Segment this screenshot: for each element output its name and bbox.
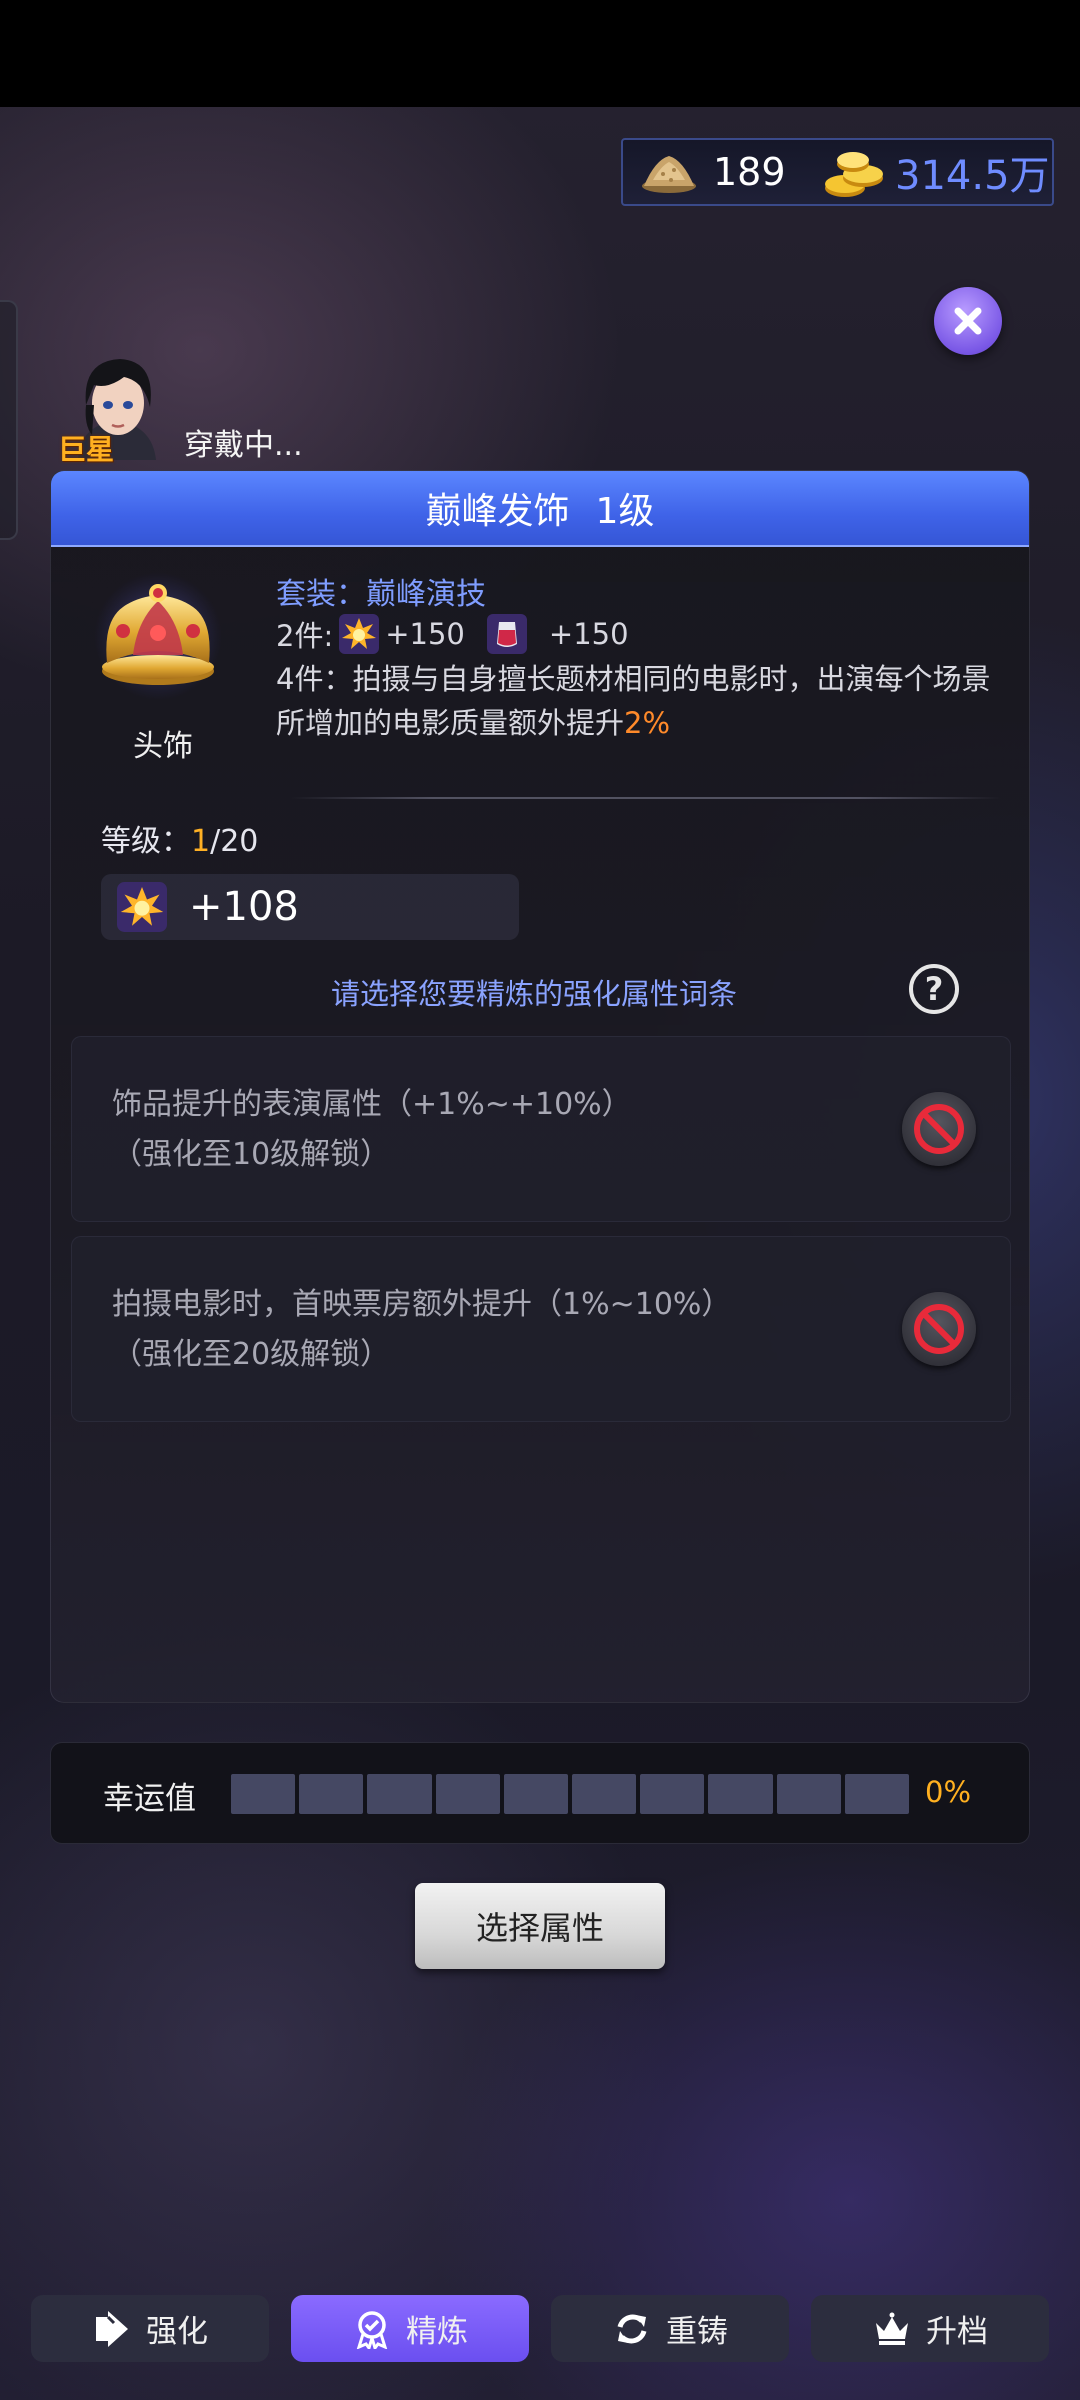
attribute-desc: 饰品提升的表演属性（+1%~+10%）: [112, 1087, 632, 1122]
tab-upgrade[interactable]: 升档: [811, 2295, 1049, 2362]
luck-segment: [299, 1774, 364, 1814]
panel-header: 巅峰发饰 1级: [51, 471, 1029, 547]
medal-icon: [356, 2310, 388, 2349]
help-icon[interactable]: ?: [909, 964, 959, 1014]
luck-segment: [776, 1774, 841, 1814]
wearing-status: 穿戴中...: [184, 428, 303, 463]
crown-item-icon: [94, 572, 222, 700]
luck-progress-bar: [231, 1774, 910, 1814]
star-badge: 巨星: [58, 433, 115, 466]
tab-enhance[interactable]: 强化: [31, 2295, 269, 2362]
prohibited-icon: [914, 1304, 964, 1354]
set-2-bonus: 2件: +150 +150: [276, 613, 629, 655]
tab-label: 强化: [146, 2314, 208, 2350]
set-2-bonus-a: +150: [385, 617, 465, 651]
gold-coins-icon: [825, 152, 883, 197]
luck-segment: [640, 1774, 705, 1814]
explosion-icon: [339, 614, 380, 654]
set-title: 套装：巅峰演技: [276, 577, 486, 612]
close-icon: [954, 307, 982, 335]
set-2-bonus-b: +150: [548, 617, 629, 651]
luck-segment: [503, 1774, 569, 1814]
close-button[interactable]: [934, 287, 1002, 355]
luck-segment: [367, 1774, 432, 1814]
luck-segment: [231, 1774, 296, 1814]
tab-label: 重铸: [666, 2314, 728, 2350]
level-line: 等级：1/20: [101, 816, 258, 860]
luck-segment: [844, 1774, 910, 1814]
luck-percent: 0%: [925, 1775, 972, 1809]
gold-value: 314.5万: [895, 153, 1050, 199]
tab-label: 精炼: [406, 2314, 468, 2350]
tab-label: 升档: [926, 2314, 988, 2350]
explosion-icon: [117, 882, 167, 932]
tab-refine[interactable]: 精炼: [291, 2295, 529, 2362]
item-name: 巅峰发饰: [425, 491, 570, 532]
luck-panel: 幸运值 0%: [50, 1742, 1030, 1844]
refresh-icon: [617, 2314, 647, 2343]
status-bar: [0, 0, 1080, 107]
luck-label: 幸运值: [103, 1781, 196, 1817]
arrow-right-icon: [96, 2310, 128, 2347]
item-detail-panel: 巅峰发饰 1级 头饰 套装：巅峰演技 2件: +150 +150 4件：拍摄与自…: [50, 470, 1030, 1703]
attribute-card[interactable]: 拍摄电影时，首映票房额外提升（1%~10%） （强化至20级解锁）: [71, 1236, 1011, 1422]
luck-segment: [572, 1774, 637, 1814]
currency-bar: 189 314.5万: [621, 138, 1054, 206]
attribute-unlock: （强化至10级解锁）: [112, 1137, 391, 1172]
level-max: /20: [210, 824, 259, 859]
side-drawer-handle[interactable]: [0, 300, 18, 540]
select-attribute-button[interactable]: 选择属性: [415, 1883, 665, 1969]
level-label: 等级：: [101, 824, 191, 859]
set-4-highlight: 2%: [624, 706, 671, 740]
potion-icon: [486, 614, 527, 654]
attribute-desc: 拍摄电影时，首映票房额外提升（1%~10%）: [112, 1287, 732, 1322]
tab-recast[interactable]: 重铸: [551, 2295, 789, 2362]
locked-button[interactable]: [902, 1092, 976, 1166]
gold-currency: 314.5万: [823, 140, 1050, 204]
set-4-bonus: 4件：拍摄与自身擅长题材相同的电影时，出演每个场景所增加的电影质量额外提升2%: [276, 657, 996, 745]
stat-box: +108: [101, 874, 519, 940]
attribute-unlock: （强化至20级解锁）: [112, 1337, 391, 1372]
material-currency: 189: [641, 140, 786, 204]
prohibited-icon: [914, 1104, 964, 1154]
stat-value: +108: [189, 884, 299, 930]
luck-segment: [435, 1774, 500, 1814]
set-2-prefix: 2件:: [276, 619, 334, 653]
sand-pile-icon: [642, 156, 696, 193]
luck-segment: [708, 1774, 773, 1814]
locked-button[interactable]: [902, 1292, 976, 1366]
level-current: 1: [191, 824, 211, 859]
divider: [291, 797, 1001, 799]
item-icon[interactable]: [93, 571, 223, 701]
material-value: 189: [713, 150, 786, 194]
crown-icon: [876, 2312, 908, 2345]
attribute-card[interactable]: 饰品提升的表演属性（+1%~+10%） （强化至10级解锁）: [71, 1036, 1011, 1222]
item-type-label: 头饰: [133, 729, 193, 764]
refine-prompt: 请选择您要精炼的强化属性词条: [331, 977, 738, 1011]
item-level: 1级: [595, 491, 655, 532]
